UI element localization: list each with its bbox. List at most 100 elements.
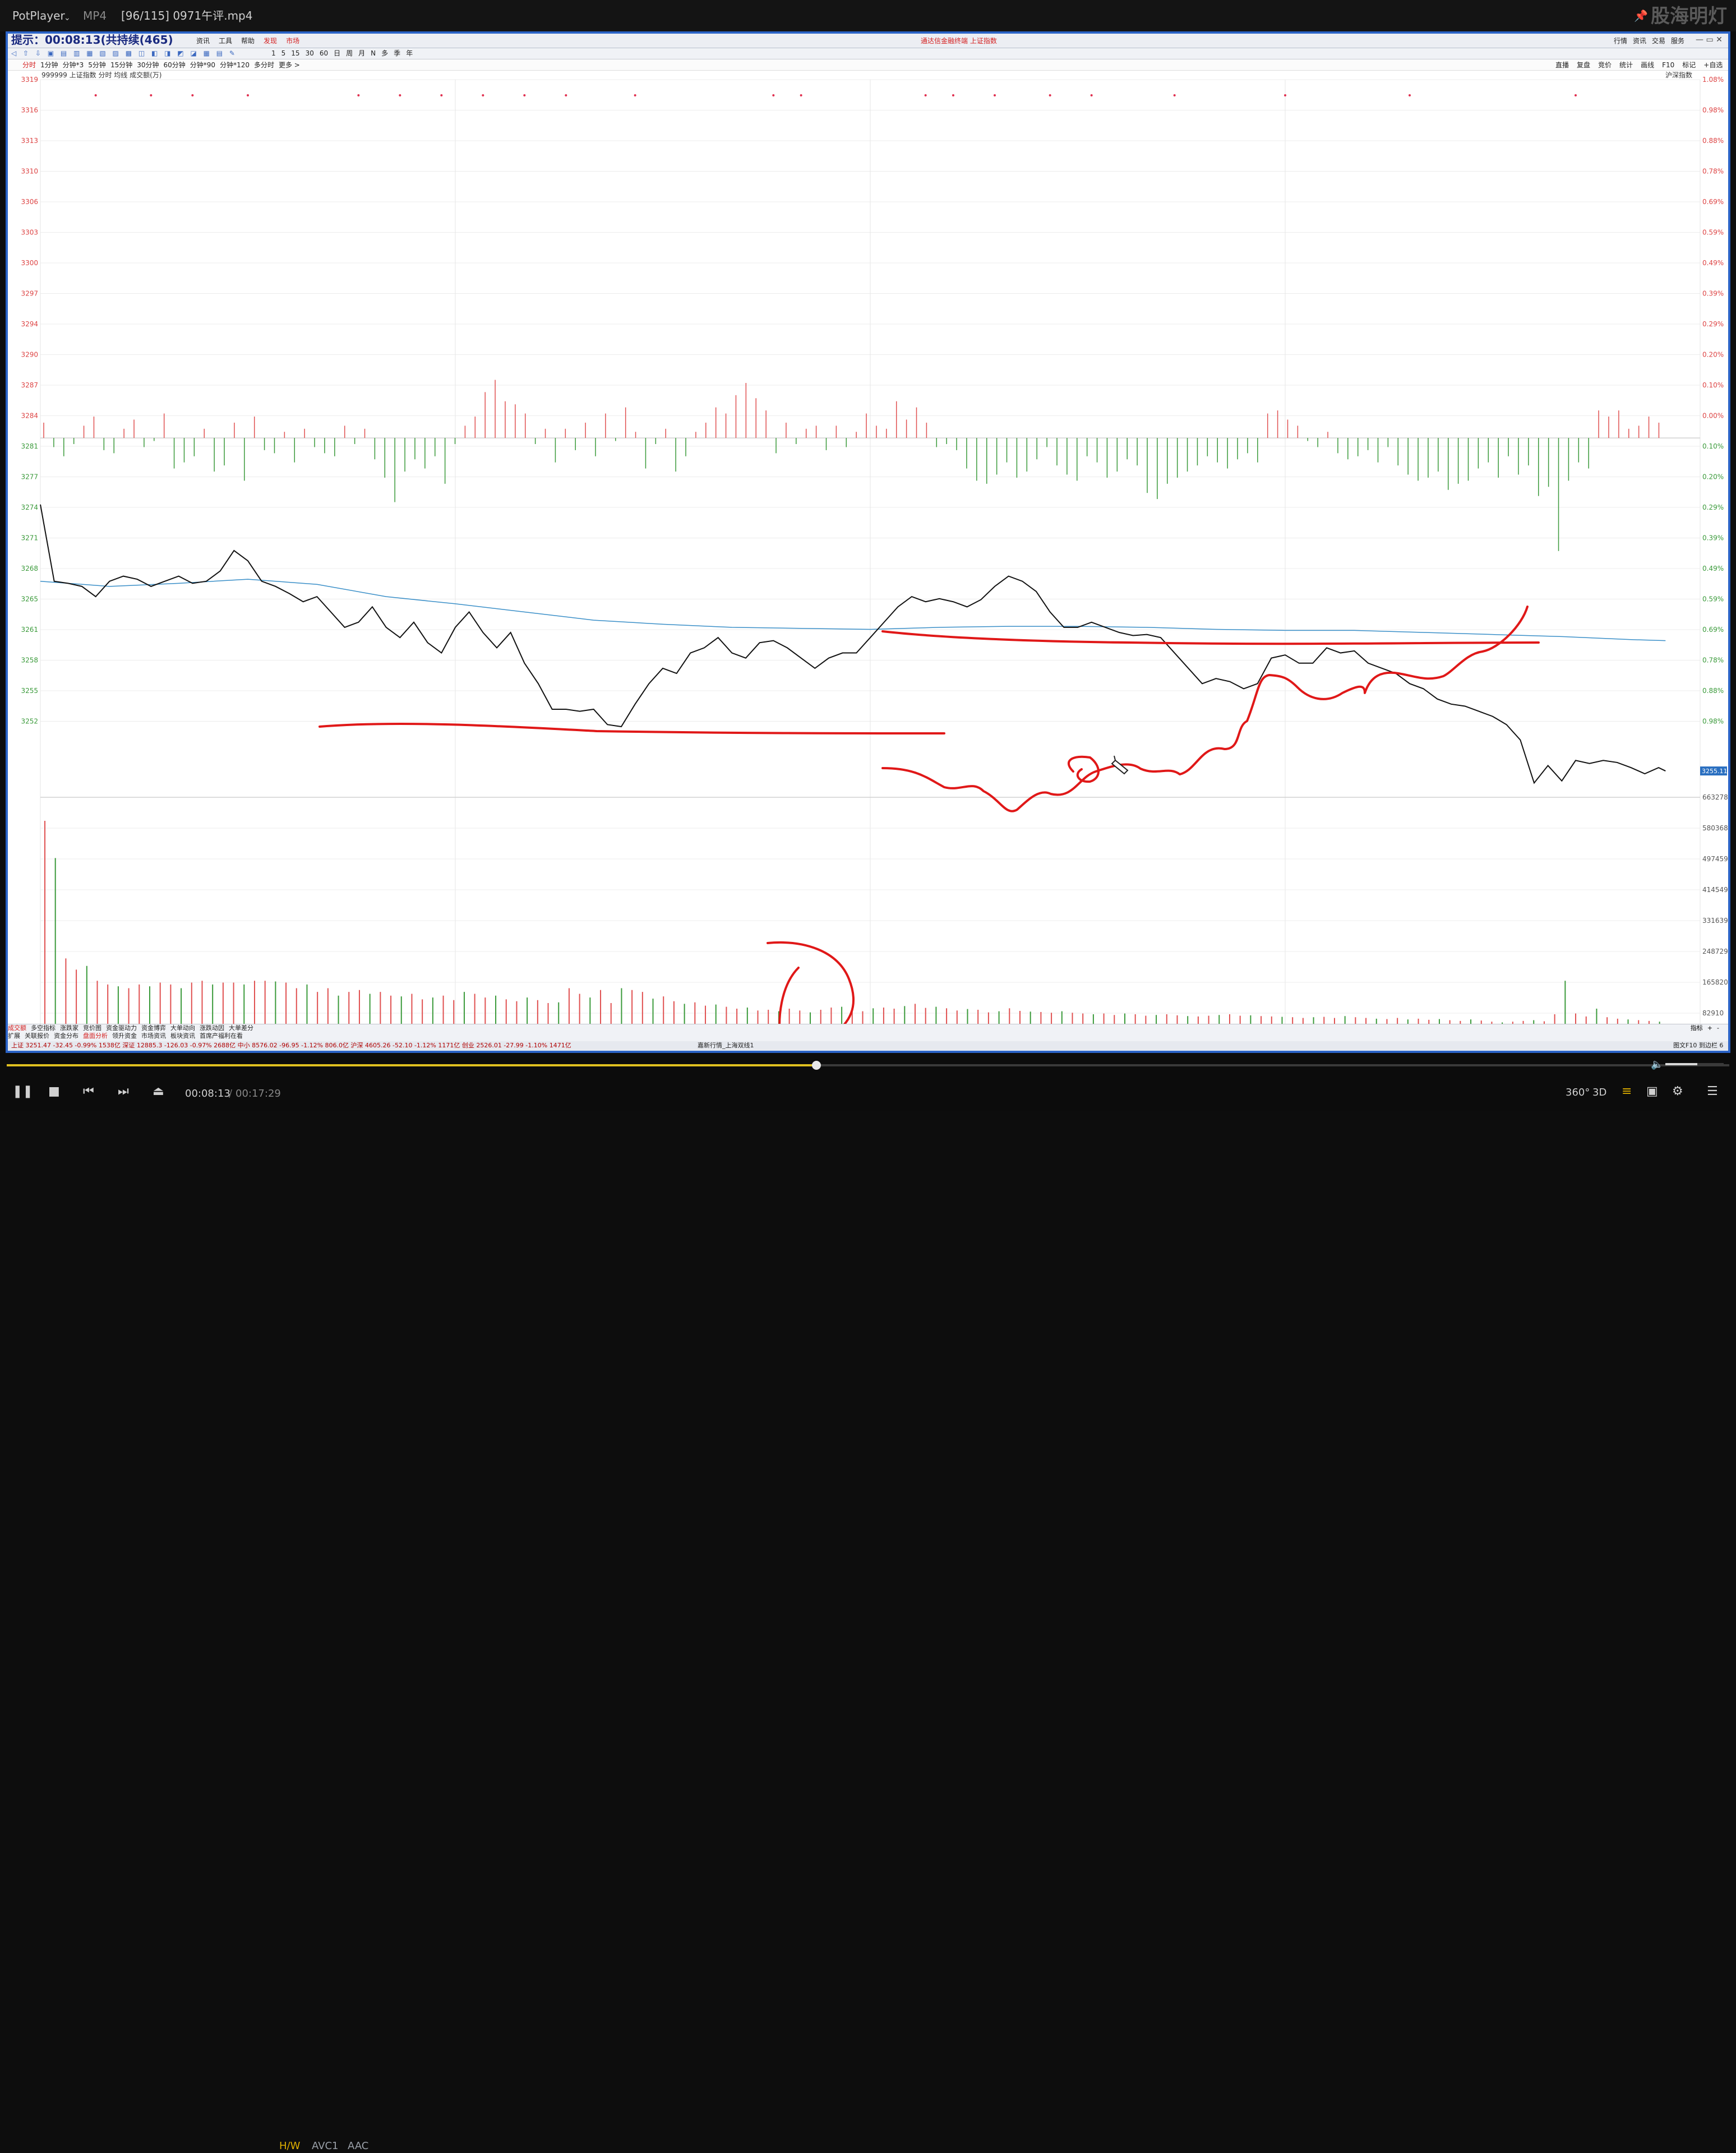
indicator-control-1[interactable]: + [1707, 1024, 1712, 1032]
intraday-chart[interactable]: 999999 上证指数 分时 均线 成交额(万) 沪深指数 3319 1.08% 331… [8, 71, 1728, 1045]
window-controls[interactable]: — ▭ ✕ [1696, 35, 1723, 45]
right-menu: 行情 资讯 交易 服务 [1614, 36, 1690, 46]
indicator-tab-2-0[interactable]: 扩展 [8, 1032, 20, 1040]
indicator-tab-0[interactable]: 成交额 [8, 1024, 26, 1032]
period-tab-7[interactable]: 分钟*90 [190, 60, 215, 70]
signal-dot [952, 94, 954, 96]
capture-icon[interactable]: ▣ [1646, 1084, 1658, 1099]
quick-period-9[interactable]: 多 [381, 48, 388, 58]
signal-dot [357, 94, 360, 96]
period-tab-0[interactable]: 分时 [22, 60, 36, 70]
quick-period-11[interactable]: 年 [406, 48, 413, 58]
right-menu-item-1[interactable]: 资讯 [1633, 36, 1646, 46]
stop-icon[interactable]: ■ [48, 1084, 60, 1099]
indicator-tab-1[interactable]: 多空指标 [31, 1024, 56, 1032]
indicator-tab-8[interactable]: 大单差分 [229, 1024, 253, 1032]
period-tab-4[interactable]: 15分钟 [110, 60, 132, 70]
signal-dot [1284, 94, 1286, 96]
chart-background [8, 71, 1728, 1045]
quick-period-1[interactable]: 5 [281, 48, 286, 58]
indicator-tab-3[interactable]: 竞价图 [83, 1024, 101, 1032]
tip-title: 提示：00:08:13(共持续(465) [11, 34, 173, 47]
pause-icon[interactable]: ❚❚ [12, 1084, 33, 1099]
period-tab-2[interactable]: 分钟*3 [63, 60, 84, 70]
indicator-control-0[interactable]: 指标 [1691, 1024, 1703, 1032]
chevron-down-icon[interactable]: ⌄ [64, 10, 71, 26]
price-tick-label: 3252 [21, 718, 38, 726]
signal-dot [247, 94, 249, 96]
codec-chip[interactable]: AVC1 [312, 2140, 339, 2153]
period-tab-3[interactable]: 5分钟 [88, 60, 106, 70]
period-tab-9[interactable]: 多分时 [254, 60, 274, 70]
quick-period-8[interactable]: N [371, 48, 376, 58]
previous-icon[interactable]: ⏮ [83, 1084, 94, 1099]
right-menu-item-2[interactable]: 交易 [1652, 36, 1665, 46]
3d-icon[interactable]: 3D [1592, 1085, 1606, 1100]
menu-item-3[interactable]: 发现 [264, 36, 277, 46]
indicator-tab-2-6[interactable]: 板块资讯 [170, 1032, 195, 1040]
quick-period-0[interactable]: 1 [271, 48, 276, 58]
indicator-control-2[interactable]: - [1717, 1024, 1719, 1032]
menu-item-4[interactable]: 市场 [286, 36, 299, 46]
indicator-tab-2-1[interactable]: 关联报价 [25, 1032, 49, 1040]
indicator-tab-5[interactable]: 资金博弈 [141, 1024, 166, 1032]
right-tool-7[interactable]: +自选 [1703, 60, 1723, 70]
app-name[interactable]: PotPlayer [12, 8, 65, 24]
pct-tick-label: 0.00% [1702, 412, 1724, 420]
playlist-icon[interactable]: ≡ [1622, 1084, 1632, 1099]
period-tab-10[interactable]: 更多 > [279, 60, 300, 70]
volume-track[interactable] [1665, 1063, 1724, 1065]
indicator-tab-7[interactable]: 涨跌动因 [200, 1024, 224, 1032]
vr-360-icon[interactable]: 360° [1566, 1085, 1590, 1100]
right-menu-item-3[interactable]: 服务 [1671, 36, 1684, 46]
hw-chip[interactable]: H/W [279, 2140, 300, 2153]
right-tool-4[interactable]: 画线 [1641, 60, 1654, 70]
right-tool-5[interactable]: F10 [1662, 60, 1674, 70]
quick-period-6[interactable]: 周 [346, 48, 353, 58]
quick-period-10[interactable]: 季 [394, 48, 400, 58]
quick-period-2[interactable]: 15 [291, 48, 299, 58]
period-tab-6[interactable]: 60分钟 [164, 60, 186, 70]
indicator-tab-2-3[interactable]: 盘面分析 [83, 1032, 108, 1040]
quick-period-5[interactable]: 日 [334, 48, 340, 58]
next-icon[interactable]: ⏭ [118, 1084, 129, 1099]
indicator-tab-2-4[interactable]: 领升资金 [112, 1032, 137, 1040]
period-list: 分时 1分钟 分钟*3 5分钟 15分钟 30分钟 60分钟 分钟*90 分钟*120 多分时 更多… [22, 60, 304, 70]
price-tick-label: 3281 [21, 442, 38, 450]
title-bar: PotPlayer ⌄ MP4 [96/115] 0971午评.mp4 📌 股海… [0, 0, 1736, 31]
quick-period-3[interactable]: 30 [306, 48, 314, 58]
indicator-tab-6[interactable]: 大单动向 [170, 1024, 195, 1032]
period-tab-1[interactable]: 1分钟 [40, 60, 58, 70]
volume-tick-label: 331639 [1702, 917, 1728, 925]
indicator-tab-2[interactable]: 涨跌家 [60, 1024, 79, 1032]
right-tool-3[interactable]: 统计 [1619, 60, 1633, 70]
period-tab-8[interactable]: 分钟*120 [220, 60, 250, 70]
indicator-tab-2-2[interactable]: 资金分布 [54, 1032, 79, 1040]
menu-item-2[interactable]: 帮助 [241, 36, 255, 46]
menu-item-0[interactable]: 资讯 [196, 36, 210, 46]
indicator-tab-2-5[interactable]: 市场资讯 [141, 1032, 166, 1040]
pin-icon[interactable]: 📌 [1634, 8, 1648, 24]
indicator-tab-2-7[interactable]: 首席产福利在看 [200, 1032, 243, 1040]
seek-handle[interactable] [811, 1061, 821, 1070]
quick-period-4[interactable]: 60 [320, 48, 328, 58]
toolbar-icons[interactable]: ◁ ⇧ ⇩ ▣ ▤ ▥ ▦ ▧ ▨ ▩ ◫ ◧ ◨ ◩ ◪ ▦ ▤ ✎ [11, 48, 237, 58]
audio-chip[interactable]: AAC [348, 2140, 368, 2153]
right-tool-6[interactable]: 标记 [1682, 60, 1696, 70]
right-tool-1[interactable]: 复盘 [1577, 60, 1590, 70]
right-tool-0[interactable]: 直播 [1555, 60, 1569, 70]
quick-period-7[interactable]: 月 [358, 48, 365, 58]
eject-icon[interactable]: ⏏ [153, 1084, 164, 1099]
pct-tick-label: 0.49% [1702, 565, 1724, 572]
speaker-icon[interactable]: 🔈 [1651, 1057, 1663, 1072]
indicator-tab-4[interactable]: 资金驱动力 [106, 1024, 137, 1032]
seek-track[interactable] [7, 1061, 1729, 1070]
right-menu-item-0[interactable]: 行情 [1614, 36, 1627, 46]
right-tool-2[interactable]: 竞价 [1598, 60, 1612, 70]
pct-tick-label: 0.98% [1702, 718, 1724, 726]
menu-icon[interactable]: ☰ [1707, 1084, 1718, 1099]
price-tick-label: 3290 [21, 351, 38, 359]
settings-icon[interactable]: ⚙ [1672, 1084, 1683, 1099]
menu-item-1[interactable]: 工具 [219, 36, 232, 46]
period-tab-5[interactable]: 30分钟 [137, 60, 159, 70]
